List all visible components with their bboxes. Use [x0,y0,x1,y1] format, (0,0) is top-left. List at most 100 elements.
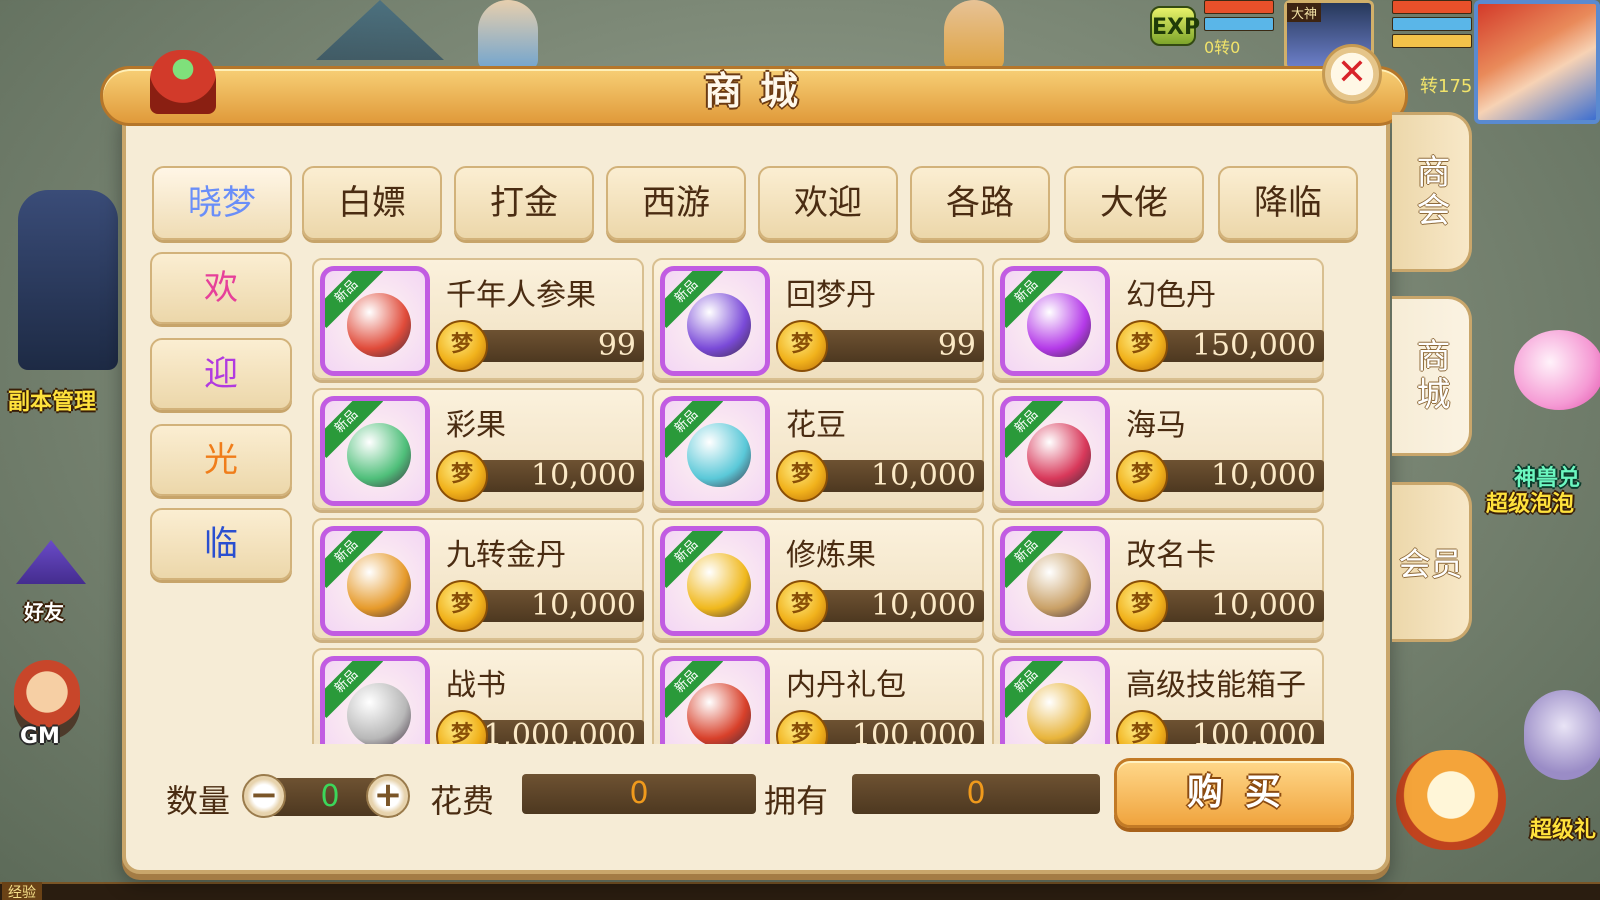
item-price: 10,000 [1144,460,1324,492]
exp-icon[interactable]: EXP [1150,6,1200,46]
dream-coin-icon: 梦 [1116,580,1168,632]
item-card[interactable]: 新品 九转金丹 10,000 梦 [312,518,644,640]
item-name: 彩果 [446,408,506,443]
section-tab[interactable]: 商城 [1392,296,1472,456]
dream-coin-icon: 梦 [1116,320,1168,372]
dream-coin-icon: 梦 [776,320,828,372]
item-name: 内丹礼包 [786,668,906,703]
buy-button[interactable]: 购买 [1114,758,1354,828]
item-icon: 新品 [660,656,770,744]
player-status-bars: 0转0 [1204,0,1274,70]
category-tab[interactable]: 降临 [1218,166,1358,240]
item-card[interactable]: 新品 改名卡 10,000 梦 [992,518,1324,640]
item-card[interactable]: 新品 千年人参果 99 梦 [312,258,644,380]
shop-title: 商城 [703,69,816,113]
pet-bubble-icon[interactable] [1514,330,1600,410]
item-art [687,423,751,487]
item-art [1027,423,1091,487]
pet-exp-bar [1392,34,1472,48]
category-tab[interactable]: 打金 [454,166,594,240]
friends-icon[interactable] [16,540,86,584]
side-tab[interactable]: 迎 [150,338,292,410]
item-price: 10,000 [804,590,984,622]
category-tab[interactable]: 大佬 [1064,166,1204,240]
close-button[interactable]: ✕ [1322,44,1382,104]
dream-coin-icon: 梦 [436,710,488,744]
owned-label: 拥有 [764,782,829,820]
item-price: 150,000 [1144,330,1324,362]
category-tab[interactable]: 晓梦 [152,166,292,240]
gm-label[interactable]: GM [20,724,60,749]
item-card[interactable]: 新品 彩果 10,000 梦 [312,388,644,510]
side-tab[interactable]: 临 [150,508,292,580]
player-avatar[interactable] [1474,0,1600,124]
item-card[interactable]: 新品 战书 1,000,000 梦 [312,648,644,744]
dream-coin-icon: 梦 [1116,450,1168,502]
quantity-plus-button[interactable]: + [366,774,410,818]
cost-value: 0 [522,774,756,814]
hp-bar [1204,0,1274,14]
item-icon: 新品 [660,266,770,376]
item-price: 1,000,000 [464,720,644,744]
section-tab[interactable]: 会员 [1392,482,1472,642]
dream-coin-icon: 梦 [776,580,828,632]
item-art [347,293,411,357]
mouse-pet-icon[interactable] [1524,690,1600,780]
dream-coin-icon: 梦 [436,580,488,632]
pavilion-roof [316,0,444,60]
item-card[interactable]: 新品 花豆 10,000 梦 [652,388,984,510]
item-name: 海马 [1126,408,1186,443]
owned-value: 0 [852,774,1100,814]
level-readout: 转175 [1420,76,1473,97]
item-name: 幻色丹 [1126,278,1216,313]
item-art [687,553,751,617]
item-card[interactable]: 新品 高级技能箱子 100,000 梦 [992,648,1324,744]
item-card[interactable]: 新品 内丹礼包 100,000 梦 [652,648,984,744]
item-name: 九转金丹 [446,538,566,573]
pet-label-line2[interactable]: 超级泡泡 [1486,486,1574,518]
exp-progress-bar [0,882,1600,900]
dream-coin-icon: 梦 [776,450,828,502]
item-icon: 新品 [1000,526,1110,636]
quantity-minus-button[interactable]: − [242,774,286,818]
category-tab[interactable]: 西游 [606,166,746,240]
item-art [1027,553,1091,617]
exp-label: 经验 [2,882,42,900]
category-tab[interactable]: 欢迎 [758,166,898,240]
super-gift-label[interactable]: 超级礼 [1530,812,1596,844]
side-tab[interactable]: 光 [150,424,292,496]
item-card[interactable]: 新品 修炼果 10,000 梦 [652,518,984,640]
npc-general[interactable] [18,190,118,370]
item-icon: 新品 [1000,396,1110,506]
section-tab[interactable]: 商会 [1392,112,1472,272]
item-card[interactable]: 新品 幻色丹 150,000 梦 [992,258,1324,380]
item-price: 100,000 [1144,720,1324,744]
item-card[interactable]: 新品 回梦丹 99 梦 [652,258,984,380]
rank-tag: 大神 [1287,3,1322,22]
lantern-icon [150,50,216,114]
friends-label[interactable]: 好友 [24,596,64,625]
item-card[interactable]: 新品 海马 10,000 梦 [992,388,1324,510]
item-name: 回梦丹 [786,278,876,313]
dream-coin-icon: 梦 [436,320,488,372]
lion-dance-icon[interactable] [1396,750,1506,850]
side-tab[interactable]: 欢 [150,252,292,324]
exp-readout: 0转0 [1204,38,1241,57]
item-price: 99 [464,330,644,362]
item-art [1027,293,1091,357]
item-art [347,423,411,487]
item-price: 100,000 [804,720,984,744]
dream-coin-icon: 梦 [776,710,828,744]
item-icon: 新品 [660,396,770,506]
category-tab[interactable]: 各路 [910,166,1050,240]
item-name: 改名卡 [1126,538,1216,573]
category-tab[interactable]: 白嫖 [302,166,442,240]
item-grid[interactable]: 新品 千年人参果 99 梦新品 回梦丹 99 梦新品 幻色丹 150,000 梦新品 彩果 10,00… [312,258,1352,744]
item-icon: 新品 [320,526,430,636]
cost-label: 花费 [430,782,495,820]
dungeon-manager-label[interactable]: 副本管理 [8,384,96,416]
item-name: 战书 [446,668,506,703]
item-icon: 新品 [1000,656,1110,744]
item-price: 10,000 [804,460,984,492]
quantity-label: 数量 [166,782,231,820]
